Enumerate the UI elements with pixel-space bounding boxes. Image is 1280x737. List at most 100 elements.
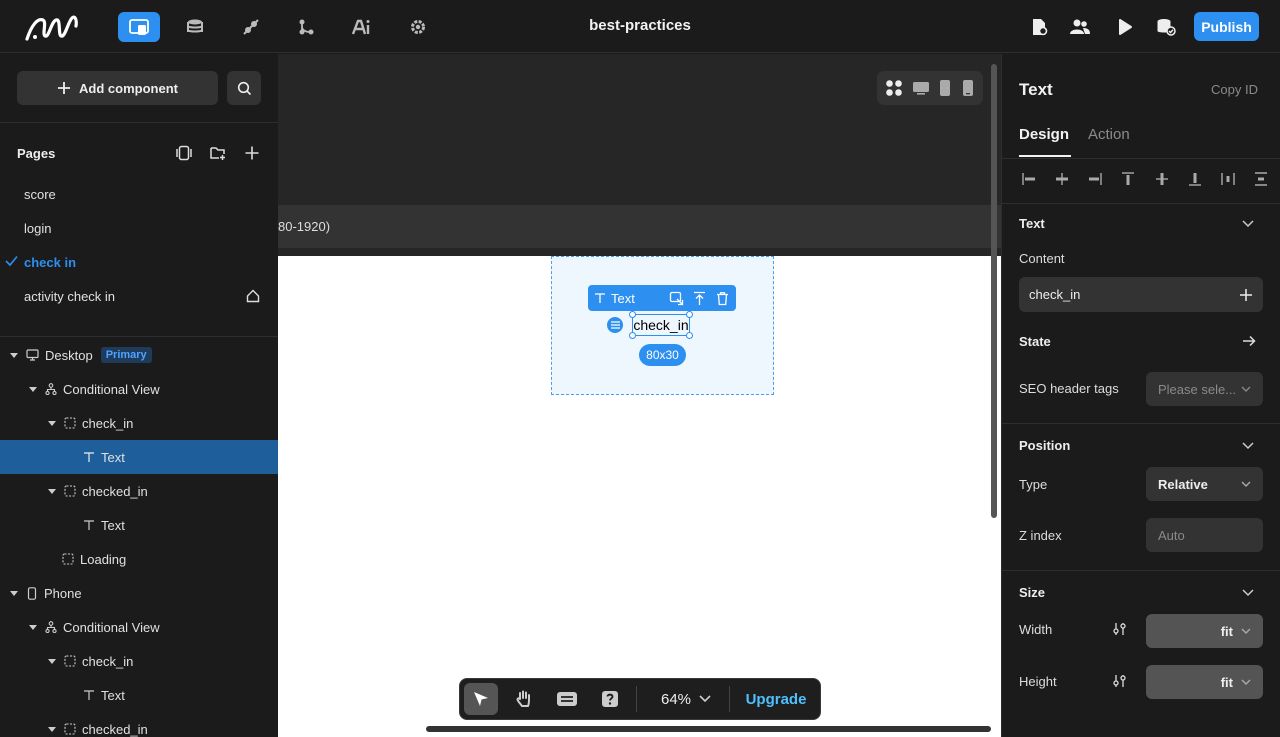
move-up-icon[interactable] xyxy=(692,291,707,306)
caret-down-icon[interactable] xyxy=(29,623,37,631)
app-logo[interactable] xyxy=(24,12,80,42)
add-component-button[interactable]: Add component xyxy=(17,71,218,105)
caret-down-icon[interactable] xyxy=(48,657,56,665)
gear-icon[interactable] xyxy=(397,12,439,42)
caret-down-icon[interactable] xyxy=(48,487,56,495)
zoom-control[interactable]: 64% xyxy=(643,691,729,708)
tree-item-check-in[interactable]: check_in xyxy=(0,644,278,678)
tree-item-loading[interactable]: Loading xyxy=(0,542,278,576)
pointer-tool[interactable] xyxy=(464,683,498,715)
desktop-view-icon[interactable] xyxy=(912,80,930,96)
pages-title: Pages xyxy=(17,146,56,161)
pointer-icon xyxy=(474,692,488,706)
tree-item-text[interactable]: Text xyxy=(0,508,278,542)
ai-icon[interactable] xyxy=(341,12,383,42)
caret-down-icon[interactable] xyxy=(48,419,56,427)
chevron-down-icon[interactable] xyxy=(1242,220,1254,228)
pages-icon[interactable] xyxy=(118,12,160,42)
tab-action[interactable]: Action xyxy=(1088,126,1130,143)
seo-select[interactable]: Please sele... xyxy=(1146,372,1263,406)
width-select[interactable]: fit xyxy=(1146,614,1263,648)
chevron-down-icon[interactable] xyxy=(1242,589,1254,597)
align-left-icon[interactable] xyxy=(1022,172,1036,186)
all-devices-icon[interactable] xyxy=(885,79,903,97)
tree-item-conditional-view[interactable]: Conditional View xyxy=(0,372,278,406)
tree-item-desktop[interactable]: Desktop Primary xyxy=(0,338,278,372)
drag-handle-icon[interactable] xyxy=(607,317,623,333)
caret-down-icon[interactable] xyxy=(10,589,18,597)
users-icon[interactable] xyxy=(1059,12,1101,42)
help-tool[interactable] xyxy=(593,683,627,715)
height-value: fit xyxy=(1220,674,1233,690)
home-icon[interactable] xyxy=(246,289,260,303)
chevron-down-icon[interactable] xyxy=(1242,442,1254,450)
position-section-title[interactable]: Position xyxy=(1019,438,1070,453)
sliders-icon[interactable] xyxy=(1112,674,1127,688)
page-item-activity-check-in[interactable]: activity check in xyxy=(24,289,115,304)
caret-down-icon[interactable] xyxy=(10,351,18,359)
resize-handle[interactable] xyxy=(686,311,693,318)
size-section-title[interactable]: Size xyxy=(1019,585,1045,600)
tree-item-text-selected[interactable]: Text xyxy=(0,440,278,474)
add-page-icon[interactable] xyxy=(244,145,260,161)
tab-design[interactable]: Design xyxy=(1019,126,1069,143)
search-button[interactable] xyxy=(227,71,261,105)
workflow-icon[interactable] xyxy=(285,12,327,42)
distribute-h-icon[interactable] xyxy=(1221,172,1235,186)
caret-down-icon[interactable] xyxy=(29,385,37,393)
data-check-icon[interactable] xyxy=(1145,12,1187,42)
copy-id-button[interactable]: Copy ID xyxy=(1211,82,1258,97)
tree-label: checked_in xyxy=(82,483,148,499)
content-field[interactable]: check_in xyxy=(1019,277,1263,312)
publish-button[interactable]: Publish xyxy=(1194,12,1259,41)
tree-item-checked-in[interactable]: checked_in xyxy=(0,474,278,508)
divider xyxy=(729,686,730,712)
resize-handle[interactable] xyxy=(629,311,636,318)
hand-tool[interactable] xyxy=(507,683,541,715)
align-right-icon[interactable] xyxy=(1088,172,1102,186)
resize-handle[interactable] xyxy=(686,332,693,339)
canvas[interactable]: 80-1920) Text check_in 80x30 64% Upgrade xyxy=(278,54,1001,737)
horizontal-scrollbar[interactable] xyxy=(426,726,991,732)
upgrade-link[interactable]: Upgrade xyxy=(736,691,816,708)
trash-icon[interactable] xyxy=(715,291,730,306)
arrow-right-icon[interactable] xyxy=(1242,335,1256,347)
container-icon xyxy=(62,553,74,565)
distribute-v-icon[interactable] xyxy=(1254,172,1268,186)
add-folder-icon[interactable] xyxy=(210,145,226,161)
z-index-input[interactable]: Auto xyxy=(1146,518,1263,552)
align-center-h-icon[interactable] xyxy=(1055,172,1069,186)
tree-item-check-in[interactable]: check_in xyxy=(0,406,278,440)
help-icon xyxy=(602,691,618,707)
sliders-icon[interactable] xyxy=(1112,622,1127,636)
plugin-icon[interactable] xyxy=(230,12,272,42)
tree-item-checked-in[interactable]: checked_in xyxy=(0,712,278,737)
page-item-check-in[interactable]: check in xyxy=(24,255,76,270)
caret-down-icon[interactable] xyxy=(48,725,56,733)
tablet-view-icon[interactable] xyxy=(938,79,952,97)
text-section-title[interactable]: Text xyxy=(1019,216,1045,231)
comment-tool[interactable] xyxy=(550,683,584,715)
page-layers-icon[interactable] xyxy=(176,145,192,161)
page-settings-icon[interactable] xyxy=(1018,12,1060,42)
project-title[interactable]: best-practices xyxy=(540,17,740,34)
phone-view-icon[interactable] xyxy=(961,79,975,97)
position-type-select[interactable]: Relative xyxy=(1146,467,1263,501)
plus-icon[interactable] xyxy=(1239,288,1253,302)
selected-text-element[interactable]: check_in xyxy=(632,314,690,336)
play-icon[interactable] xyxy=(1104,12,1146,42)
select-parent-icon[interactable] xyxy=(669,291,684,306)
align-bottom-icon[interactable] xyxy=(1188,172,1202,186)
height-select[interactable]: fit xyxy=(1146,665,1263,699)
tree-item-conditional-view[interactable]: Conditional View xyxy=(0,610,278,644)
database-icon[interactable] xyxy=(174,12,216,42)
phone-icon xyxy=(26,586,38,600)
vertical-scrollbar[interactable] xyxy=(991,64,997,518)
align-top-icon[interactable] xyxy=(1121,172,1135,186)
page-item-score[interactable]: score xyxy=(24,187,56,202)
resize-handle[interactable] xyxy=(629,332,636,339)
tree-item-text[interactable]: Text xyxy=(0,678,278,712)
tree-item-phone[interactable]: Phone xyxy=(0,576,278,610)
align-center-v-icon[interactable] xyxy=(1155,172,1169,186)
page-item-login[interactable]: login xyxy=(24,221,51,236)
